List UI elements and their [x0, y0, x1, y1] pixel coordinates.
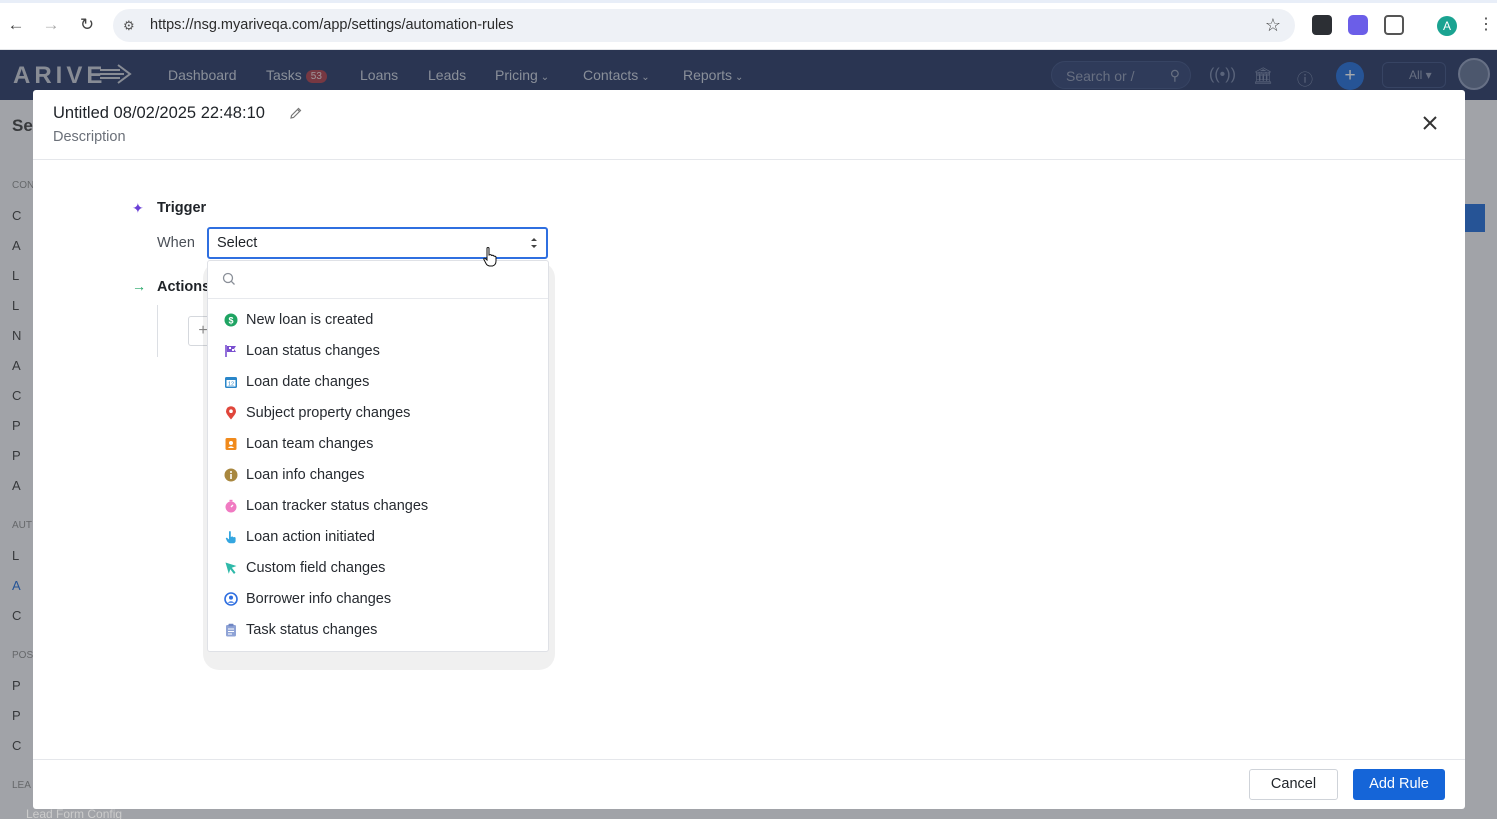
hand-cursor-icon — [483, 247, 497, 267]
option-label: Task status changes — [246, 622, 378, 638]
search-icon — [222, 272, 235, 285]
browser-profile-avatar[interactable]: A — [1437, 16, 1457, 36]
trigger-select-value: Select — [217, 235, 258, 251]
option-label: Loan tracker status changes — [246, 498, 429, 514]
bookmark-star-icon[interactable]: ☆ — [1265, 15, 1281, 36]
lightning-icon: ✦ — [132, 200, 144, 216]
option-label: Subject property changes — [246, 405, 411, 421]
modal-header: Untitled 08/02/2025 22:48:10 Description — [33, 90, 1465, 160]
trigger-dropdown-menu: $ New loan is created Loan status change… — [207, 260, 549, 652]
svg-text:$: $ — [228, 316, 233, 326]
add-rule-button[interactable]: Add Rule — [1353, 769, 1445, 800]
option-task-status-changes[interactable]: Task status changes — [208, 615, 548, 646]
option-custom-field-changes[interactable]: Custom field changes — [208, 553, 548, 584]
forward-icon[interactable]: → — [40, 14, 62, 36]
user-circle-icon — [224, 592, 238, 606]
browser-menu-icon[interactable]: ⋮ — [1478, 14, 1494, 34]
map-pin-icon — [226, 406, 236, 420]
trigger-label: Trigger — [157, 200, 207, 216]
stopwatch-icon — [225, 499, 237, 513]
option-label: Loan action initiated — [246, 529, 375, 545]
extension-gear-icon[interactable] — [1348, 15, 1368, 35]
svg-text:12: 12 — [228, 382, 234, 388]
option-label: Loan info changes — [246, 467, 365, 483]
info-icon — [224, 468, 238, 482]
option-label: Loan team changes — [246, 436, 374, 452]
hand-pointer-icon — [225, 531, 236, 544]
option-label: Loan date changes — [246, 374, 370, 390]
flag-icon — [225, 345, 236, 357]
option-borrower-info-changes[interactable]: Borrower info changes — [208, 584, 548, 615]
option-label: Borrower info changes — [246, 591, 392, 607]
automation-rule-modal: Untitled 08/02/2025 22:48:10 Description… — [33, 90, 1465, 809]
actions-rail — [157, 305, 158, 357]
back-icon[interactable]: ← — [5, 14, 27, 36]
clipboard-icon — [226, 623, 236, 637]
site-settings-icon[interactable]: ⚙ — [123, 18, 139, 34]
option-loan-info-changes[interactable]: Loan info changes — [208, 460, 548, 491]
dollar-circle-icon: $ — [224, 313, 238, 327]
rule-title[interactable]: Untitled 08/02/2025 22:48:10 — [53, 104, 265, 123]
option-loan-action-initiated[interactable]: Loan action initiated — [208, 522, 548, 553]
extension-dots-icon[interactable] — [1312, 15, 1332, 35]
extensions-puzzle-icon[interactable] — [1384, 15, 1404, 35]
arrow-right-icon: → — [132, 278, 146, 294]
option-label: New loan is created — [246, 312, 374, 328]
cursor-arrow-icon — [225, 562, 237, 574]
when-label: When — [157, 235, 195, 251]
option-loan-status-changes[interactable]: Loan status changes — [208, 336, 548, 367]
url-text[interactable]: https://nsg.myariveqa.com/app/settings/a… — [150, 17, 513, 33]
calendar-icon: 12 — [225, 377, 237, 388]
team-badge-icon — [225, 438, 237, 450]
address-bar[interactable]: ⚙ https://nsg.myariveqa.com/app/settings… — [113, 9, 1295, 42]
option-new-loan-created[interactable]: $ New loan is created — [208, 305, 548, 336]
rule-description[interactable]: Description — [53, 129, 126, 145]
tab-strip-edge — [0, 0, 1497, 3]
option-loan-team-changes[interactable]: Loan team changes — [208, 429, 548, 460]
option-label: Custom field changes — [246, 560, 386, 576]
edit-pencil-icon[interactable] — [289, 106, 303, 120]
reload-icon[interactable]: ↻ — [76, 14, 98, 36]
close-icon[interactable] — [1421, 114, 1439, 132]
option-loan-date-changes[interactable]: 12 Loan date changes — [208, 367, 548, 398]
cancel-button[interactable]: Cancel — [1249, 769, 1338, 800]
option-subject-property-changes[interactable]: Subject property changes — [208, 398, 548, 429]
option-loan-tracker-status-changes[interactable]: Loan tracker status changes — [208, 491, 548, 522]
select-arrows-icon — [531, 238, 537, 248]
option-label: Loan status changes — [246, 343, 380, 359]
browser-toolbar: ← → ↻ ⚙ https://nsg.myariveqa.com/app/se… — [0, 0, 1497, 50]
